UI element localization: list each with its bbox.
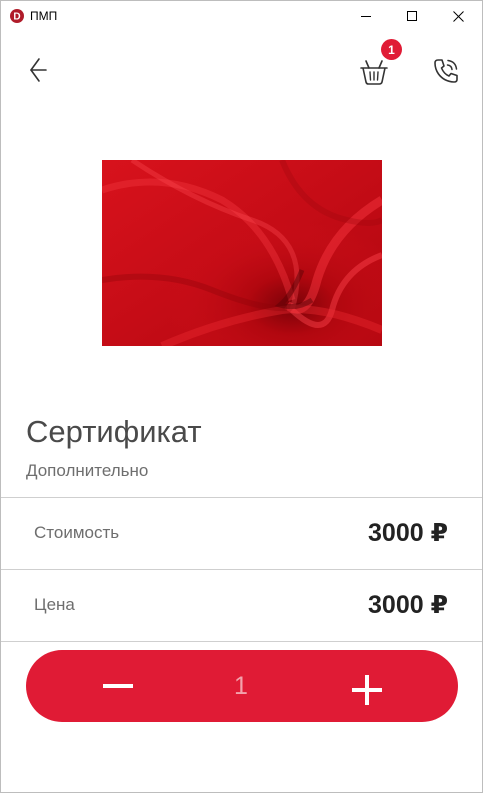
close-button[interactable] bbox=[435, 1, 481, 31]
minus-icon bbox=[103, 684, 133, 688]
price-value: 3000 ₽ bbox=[368, 591, 448, 619]
arrow-left-icon bbox=[30, 58, 47, 82]
close-icon bbox=[452, 10, 464, 22]
maximize-button[interactable] bbox=[389, 1, 435, 31]
plus-icon-vertical bbox=[365, 675, 369, 705]
divider bbox=[1, 569, 482, 570]
product-image bbox=[102, 160, 382, 346]
phone-call-icon bbox=[434, 59, 458, 83]
minimize-button[interactable] bbox=[343, 1, 389, 31]
divider bbox=[1, 641, 482, 642]
quantity-value: 1 bbox=[234, 671, 248, 700]
decrease-quantity-button[interactable] bbox=[26, 650, 206, 722]
price-label: Цена bbox=[34, 595, 75, 614]
divider bbox=[1, 497, 482, 498]
maximize-icon bbox=[407, 11, 417, 21]
call-button[interactable] bbox=[429, 55, 463, 87]
app-logo-letter: D bbox=[13, 12, 20, 23]
app-window: D ПМП 1 Сертификат Дополнительно Стоимос… bbox=[0, 0, 483, 793]
red-fabric-photo bbox=[102, 160, 382, 346]
product-title: Сертификат bbox=[26, 414, 202, 449]
increase-quantity-button[interactable] bbox=[326, 650, 458, 722]
title-bar: D ПМП bbox=[1, 1, 482, 31]
quantity-stepper: 1 bbox=[26, 650, 458, 722]
product-subtitle: Дополнительно bbox=[26, 461, 149, 480]
minimize-icon bbox=[361, 16, 371, 17]
back-button[interactable] bbox=[23, 54, 53, 86]
basket-icon bbox=[360, 60, 388, 85]
window-title: ПМП bbox=[30, 9, 58, 23]
cart-count-badge: 1 bbox=[381, 39, 402, 60]
cost-label: Стоимость bbox=[34, 523, 120, 542]
cart-button[interactable] bbox=[357, 55, 391, 87]
cost-value: 3000 ₽ bbox=[368, 519, 448, 547]
app-logo: D bbox=[10, 9, 24, 23]
